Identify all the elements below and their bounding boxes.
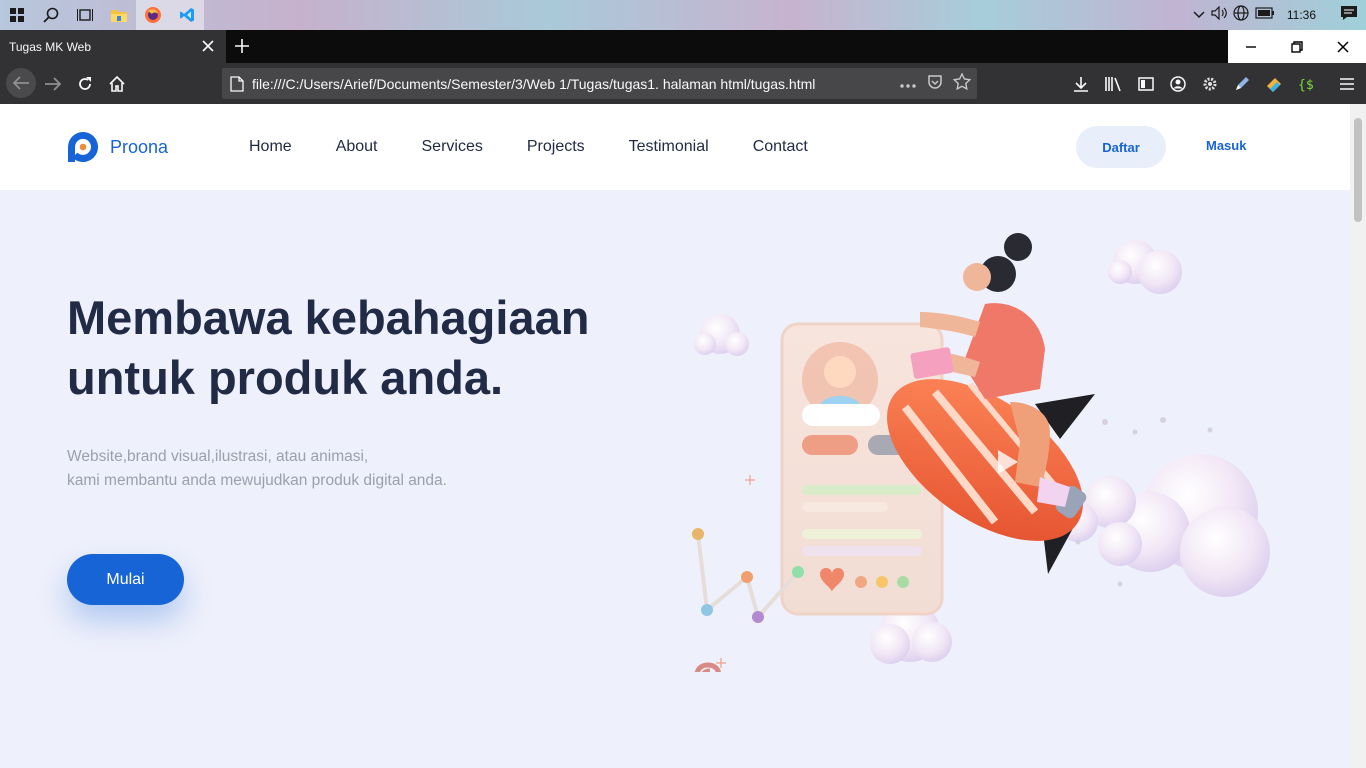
file-explorer-icon[interactable]	[102, 0, 136, 30]
site-logo[interactable]: Proona	[66, 130, 168, 164]
chevron-up-icon[interactable]	[1193, 6, 1205, 24]
battery-icon[interactable]	[1255, 6, 1275, 24]
cloud-top-right	[1108, 240, 1182, 294]
back-icon[interactable]	[6, 68, 36, 98]
start-icon[interactable]	[0, 0, 34, 30]
account-icon[interactable]	[1165, 71, 1191, 97]
menu-item-projects[interactable]: Projects	[527, 138, 585, 156]
restore-icon[interactable]	[1274, 30, 1320, 63]
menu-item-home[interactable]: Home	[249, 138, 292, 156]
extension-json-icon[interactable]: {$}	[1293, 71, 1319, 97]
login-button[interactable]: Masuk	[1206, 138, 1246, 153]
brand-name: Proona	[110, 136, 169, 157]
os-taskbar: 11:36	[0, 0, 1366, 30]
library-icon[interactable]	[1100, 71, 1126, 97]
hero-title-line-2: untuk produk anda.	[67, 351, 504, 404]
downloads-icon[interactable]	[1068, 71, 1094, 97]
cloud-top-left	[694, 314, 749, 356]
menu-item-about[interactable]: About	[336, 138, 378, 156]
sidebar-icon[interactable]	[1133, 71, 1159, 97]
menu-item-testimonial[interactable]: Testimonial	[629, 138, 709, 156]
browser-toolbar: file:///C:/Users/Arief/Documents/Semeste…	[0, 63, 1366, 104]
swirl-decoration	[694, 662, 721, 672]
page-icon	[230, 76, 244, 95]
volume-icon[interactable]	[1211, 5, 1227, 25]
extension-gear-icon[interactable]	[1197, 71, 1223, 97]
url-bar[interactable]: file:///C:/Users/Arief/Documents/Semeste…	[222, 68, 977, 99]
proona-logo-icon	[68, 132, 99, 162]
menu-item-services[interactable]: Services	[422, 138, 483, 156]
window-controls	[1228, 30, 1366, 63]
search-icon[interactable]	[34, 0, 68, 30]
vscode-icon[interactable]	[170, 0, 204, 30]
url-actions	[899, 68, 972, 99]
page-actions-icon[interactable]	[899, 76, 917, 92]
start-button[interactable]: Mulai	[67, 554, 184, 605]
system-tray: 11:36	[1193, 0, 1366, 30]
page-scrollbar[interactable]	[1350, 104, 1366, 768]
page-viewport: Proona Home About Services Projects Test…	[0, 104, 1366, 768]
browser-tab[interactable]: Tugas MK Web	[0, 30, 226, 63]
url-text[interactable]: file:///C:/Users/Arief/Documents/Semeste…	[252, 76, 815, 92]
menu-hamburger-icon[interactable]	[1334, 71, 1360, 97]
hero-subtitle-line-1: Website,brand visual,ilustrasi, atau ani…	[67, 448, 369, 465]
hero-illustration	[692, 233, 1270, 672]
browser-tab-strip: Tugas MK Web	[0, 30, 1366, 63]
main-menu: Home About Services Projects Testimonial…	[249, 138, 852, 156]
bookmark-star-icon[interactable]	[952, 72, 972, 94]
taskbar-clock[interactable]: 11:36	[1287, 8, 1316, 22]
forward-icon[interactable]	[40, 71, 66, 97]
hero-subtitle: Website,brand visual,ilustrasi, atau ani…	[67, 445, 447, 493]
home-icon[interactable]	[104, 71, 130, 97]
cloud-big-right	[1058, 454, 1270, 597]
hero-subtitle-line-2: kami membantu anda mewujudkan produk dig…	[67, 472, 447, 489]
hero-title: Membawa kebahagiaan untuk produk anda.	[67, 288, 627, 408]
close-tab-icon[interactable]	[200, 38, 216, 54]
notification-icon[interactable]	[1340, 5, 1358, 26]
close-window-icon[interactable]	[1320, 30, 1366, 63]
task-view-icon[interactable]	[68, 0, 102, 30]
tab-title: Tugas MK Web	[9, 39, 92, 54]
extension-colorful-icon[interactable]	[1261, 71, 1287, 97]
menu-item-contact[interactable]: Contact	[753, 138, 808, 156]
minimize-icon[interactable]	[1228, 30, 1274, 63]
page-scrollbar-thumb[interactable]	[1354, 118, 1362, 222]
hero-title-line-1: Membawa kebahagiaan	[67, 291, 590, 344]
site-navbar: Proona Home About Services Projects Test…	[0, 104, 1350, 190]
network-icon[interactable]	[1233, 4, 1249, 26]
new-tab-icon[interactable]	[232, 36, 252, 56]
firefox-icon[interactable]	[136, 0, 170, 30]
pocket-icon[interactable]	[927, 74, 943, 93]
reload-icon[interactable]	[72, 71, 98, 97]
register-button[interactable]: Daftar	[1076, 126, 1166, 168]
svg-text:{$}: {$}	[1298, 78, 1315, 93]
extension-pen-icon[interactable]	[1229, 71, 1255, 97]
